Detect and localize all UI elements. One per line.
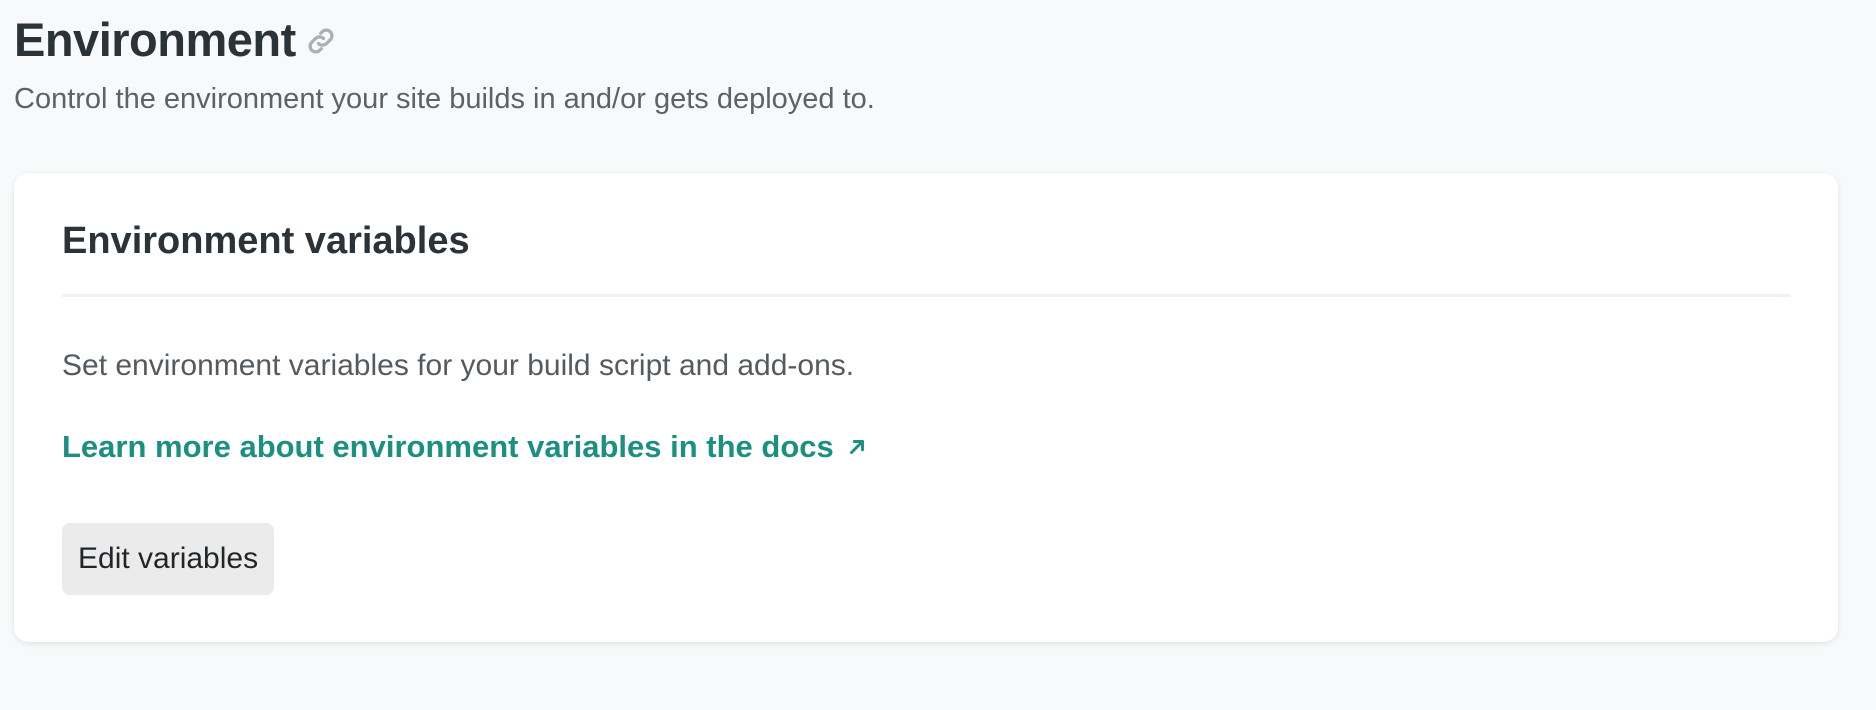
page-heading-row: Environment <box>14 0 1838 76</box>
external-arrow-icon <box>846 436 868 458</box>
environment-variables-card: Environment variables Set environment va… <box>14 173 1838 642</box>
docs-link-label: Learn more about environment variables i… <box>62 429 834 464</box>
link-icon[interactable] <box>304 24 338 58</box>
page-subtitle: Control the environment your site builds… <box>14 83 875 115</box>
environment-section: Environment Control the environment your… <box>14 0 1838 642</box>
card-description: Set environment variables for your build… <box>62 349 855 382</box>
card-divider <box>62 294 1790 297</box>
edit-variables-button[interactable]: Edit variables <box>62 523 275 595</box>
card-title: Environment variables <box>62 220 470 262</box>
docs-link[interactable]: Learn more about environment variables i… <box>62 428 868 465</box>
page-title: Environment <box>14 12 296 66</box>
